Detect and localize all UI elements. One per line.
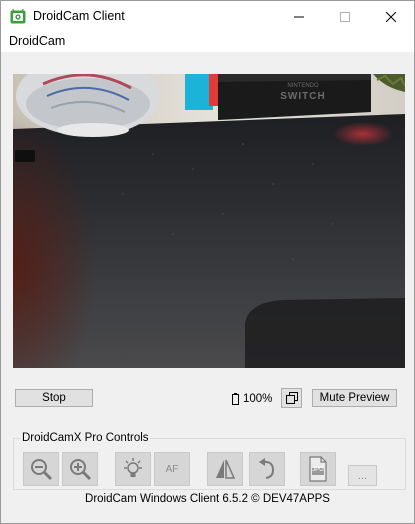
restore-window-icon	[285, 392, 298, 404]
footer-text: DroidCam Windows Client 6.5.2 © DEV47APP…	[85, 493, 330, 505]
save-jpg-button[interactable]: JPG	[300, 452, 336, 486]
close-button[interactable]	[368, 1, 414, 32]
battery-level-text: 100%	[243, 393, 273, 405]
mirror-button[interactable]	[207, 452, 243, 486]
client-area: NINTENDO SWITCH Stop 100% Mute Preview D…	[1, 52, 414, 523]
menu-item-droidcam[interactable]: DroidCam	[9, 34, 65, 48]
more-options-button[interactable]: ...	[348, 465, 377, 486]
battery-icon	[232, 393, 239, 405]
menu-bar: DroidCam	[1, 32, 414, 52]
lightbulb-icon	[124, 458, 142, 477]
autofocus-button[interactable]: AF	[154, 452, 190, 486]
maximize-icon	[340, 11, 350, 22]
mirror-icon	[216, 459, 236, 479]
console-model-text: SWITCH	[280, 91, 325, 102]
minimize-button[interactable]	[276, 1, 322, 32]
pro-controls-label: DroidCamX Pro Controls	[21, 432, 150, 444]
title-bar[interactable]: DroidCam Client	[1, 1, 414, 32]
popout-button[interactable]	[281, 388, 302, 408]
droidcam-window: DroidCam Client DroidCam NINTENDO SWITCH…	[0, 0, 415, 524]
window-title: DroidCam Client	[33, 9, 125, 23]
rotate-icon	[259, 458, 275, 479]
zoom-out-button[interactable]	[23, 452, 59, 486]
camera-preview: NINTENDO SWITCH	[13, 74, 405, 368]
battery-indicator: 100%	[232, 392, 272, 406]
close-icon	[386, 11, 396, 22]
console-brand-text: NINTENDO	[287, 83, 319, 89]
mute-preview-button[interactable]: Mute Preview	[312, 389, 397, 407]
droidcam-app-icon	[10, 9, 26, 24]
zoom-in-icon	[70, 459, 92, 481]
autofocus-icon: AF	[165, 463, 179, 475]
camera-frame: NINTENDO SWITCH	[13, 74, 405, 368]
rotate-button[interactable]	[249, 452, 285, 486]
zoom-out-icon	[31, 459, 53, 481]
minimize-icon	[294, 16, 304, 17]
jpg-label: JPG	[312, 467, 324, 473]
stop-button[interactable]: Stop	[15, 389, 93, 407]
zoom-in-button[interactable]	[62, 452, 98, 486]
maximize-button[interactable]	[322, 1, 368, 32]
flash-light-button[interactable]	[115, 452, 151, 486]
